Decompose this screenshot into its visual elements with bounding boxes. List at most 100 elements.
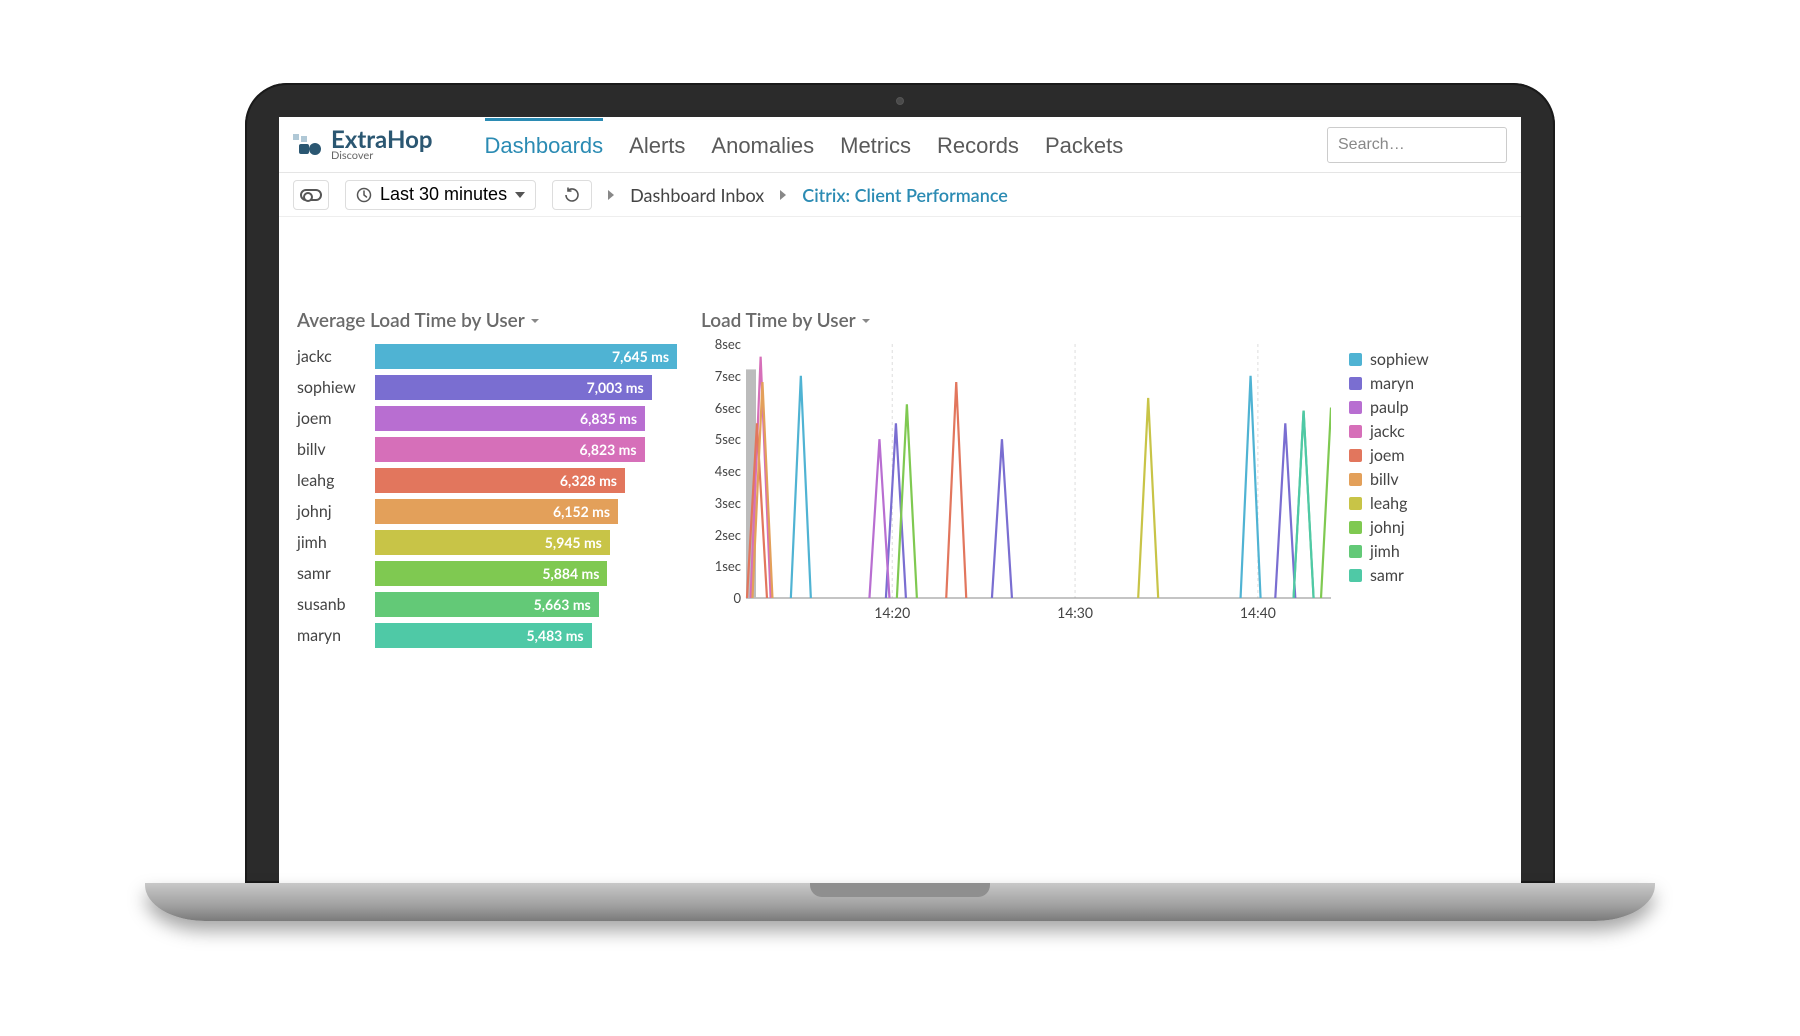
legend-label: sophiew <box>1370 350 1429 369</box>
legend-item[interactable]: jackc <box>1349 422 1429 441</box>
spike-johnj[interactable] <box>1321 408 1331 599</box>
refresh-button[interactable] <box>552 180 592 210</box>
nav-records[interactable]: Records <box>937 118 1019 171</box>
legend-item[interactable]: maryn <box>1349 374 1429 393</box>
search-input[interactable] <box>1327 127 1507 163</box>
caret-down-icon <box>862 319 870 323</box>
bar-track: 6,823 ms <box>375 437 677 462</box>
legend-item[interactable]: paulp <box>1349 398 1429 417</box>
bar-track: 6,328 ms <box>375 468 677 493</box>
bar-track: 7,645 ms <box>375 344 677 369</box>
brand-logo[interactable]: ExtraHop Discover <box>293 128 433 161</box>
bar-label: billv <box>297 440 375 459</box>
laptop-frame: ExtraHop Discover Dashboards Alerts Anomal… <box>145 83 1655 953</box>
clock-icon <box>356 187 372 203</box>
spike-maryn[interactable] <box>1275 423 1295 598</box>
caret-down-icon <box>515 192 525 198</box>
bar-chart: jackc7,645 ms sophiew7,003 ms joem6,835 ms… <box>297 344 677 648</box>
bar-row[interactable]: joem6,835 ms <box>297 406 677 431</box>
bar-fill: 6,835 ms <box>375 406 645 431</box>
legend-item[interactable]: samr <box>1349 566 1429 585</box>
laptop-camera <box>896 97 904 105</box>
dashboard-content: Average Load Time by User jackc7,645 mss… <box>279 217 1521 672</box>
line-plot-svg <box>701 344 1331 624</box>
panel-title[interactable]: Average Load Time by User <box>297 309 677 332</box>
breadcrumb-root[interactable]: Dashboard Inbox <box>630 184 764 206</box>
bar-row[interactable]: jimh5,945 ms <box>297 530 677 555</box>
nav-anomalies[interactable]: Anomalies <box>711 118 814 171</box>
legend-item[interactable]: joem <box>1349 446 1429 465</box>
bar-track: 7,003 ms <box>375 375 677 400</box>
laptop-bezel: ExtraHop Discover Dashboards Alerts Anomal… <box>245 83 1555 883</box>
spike-sophiew[interactable] <box>1241 376 1261 598</box>
bar-fill: 6,152 ms <box>375 499 618 524</box>
context-toolbar: Last 30 minutes Dashboard Inbox Citrix: … <box>279 173 1521 217</box>
bar-row[interactable]: sophiew7,003 ms <box>297 375 677 400</box>
bar-label: joem <box>297 409 375 428</box>
bar-track: 6,152 ms <box>375 499 677 524</box>
bar-track: 6,835 ms <box>375 406 677 431</box>
legend-label: billv <box>1370 470 1399 489</box>
legend-swatch <box>1349 377 1362 390</box>
load-time-line-panel: Load Time by User 01sec2sec3sec4sec5sec6… <box>701 309 1503 654</box>
bar-row[interactable]: leahg6,328 ms <box>297 468 677 493</box>
time-range-label: Last 30 minutes <box>380 184 507 205</box>
legend-label: johnj <box>1370 518 1405 537</box>
nav-metrics[interactable]: Metrics <box>840 118 911 171</box>
live-toggle[interactable] <box>293 180 329 210</box>
bar-fill: 6,823 ms <box>375 437 645 462</box>
bar-row[interactable]: samr5,884 ms <box>297 561 677 586</box>
legend-swatch <box>1349 521 1362 534</box>
nav-packets[interactable]: Packets <box>1045 118 1123 171</box>
bar-label: maryn <box>297 626 375 645</box>
legend-item[interactable]: jimh <box>1349 542 1429 561</box>
spike-jimh[interactable] <box>1294 411 1314 598</box>
breadcrumb-separator-icon <box>608 190 614 200</box>
spike-maryn[interactable] <box>992 439 1012 598</box>
bar-fill: 5,945 ms <box>375 530 610 555</box>
spike-samr[interactable] <box>1294 411 1314 598</box>
legend-swatch <box>1349 569 1362 582</box>
bar-fill: 6,328 ms <box>375 468 625 493</box>
legend-swatch <box>1349 353 1362 366</box>
logo-icon <box>293 134 323 156</box>
spike-maryn[interactable] <box>886 423 906 598</box>
bar-row[interactable]: susanb5,663 ms <box>297 592 677 617</box>
avg-load-time-panel: Average Load Time by User jackc7,645 ms s… <box>297 309 677 654</box>
legend-label: joem <box>1370 446 1405 465</box>
legend-item[interactable]: billv <box>1349 470 1429 489</box>
toggle-icon <box>300 189 322 201</box>
bar-row[interactable]: maryn5,483 ms <box>297 623 677 648</box>
legend-label: paulp <box>1370 398 1409 417</box>
spike-leahg[interactable] <box>1138 398 1158 598</box>
legend-item[interactable]: johnj <box>1349 518 1429 537</box>
bar-row[interactable]: johnj6,152 ms <box>297 499 677 524</box>
nav-alerts[interactable]: Alerts <box>629 118 685 171</box>
legend-swatch <box>1349 449 1362 462</box>
bar-track: 5,945 ms <box>375 530 677 555</box>
bar-row[interactable]: billv6,823 ms <box>297 437 677 462</box>
bar-label: susanb <box>297 595 375 614</box>
time-range-picker[interactable]: Last 30 minutes <box>345 180 536 210</box>
legend-swatch <box>1349 497 1362 510</box>
spike-sophiew[interactable] <box>791 376 811 598</box>
bar-fill: 5,483 ms <box>375 623 592 648</box>
bar-track: 5,483 ms <box>375 623 677 648</box>
legend-label: jimh <box>1370 542 1400 561</box>
bar-label: johnj <box>297 502 375 521</box>
legend-item[interactable]: sophiew <box>1349 350 1429 369</box>
breadcrumb-separator-icon <box>780 190 786 200</box>
bar-label: leahg <box>297 471 375 490</box>
panel-title[interactable]: Load Time by User <box>701 309 1503 332</box>
bar-label: jimh <box>297 533 375 552</box>
breadcrumb-current[interactable]: Citrix: Client Performance <box>802 184 1008 206</box>
bar-fill: 5,663 ms <box>375 592 599 617</box>
nav-dashboards[interactable]: Dashboards <box>485 118 604 171</box>
bar-fill: 5,884 ms <box>375 561 607 586</box>
spike-joem[interactable] <box>946 382 966 598</box>
laptop-base <box>145 883 1655 921</box>
app-viewport: ExtraHop Discover Dashboards Alerts Anomal… <box>279 117 1521 883</box>
legend-item[interactable]: leahg <box>1349 494 1429 513</box>
bar-row[interactable]: jackc7,645 ms <box>297 344 677 369</box>
legend-swatch <box>1349 473 1362 486</box>
